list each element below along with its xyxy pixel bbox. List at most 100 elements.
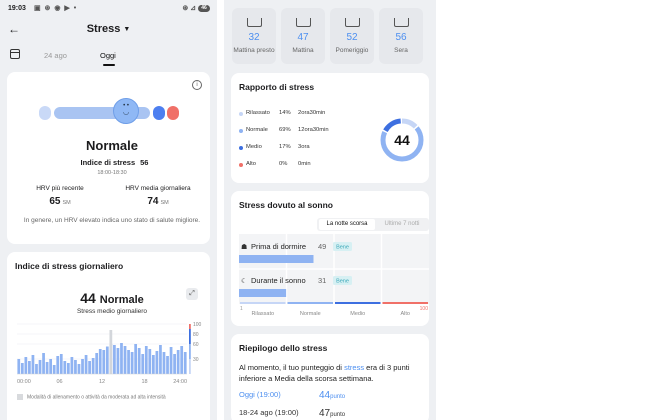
ratio-duration: 2ora30min [298, 110, 326, 116]
daily-index-card: Indice di stress giornaliero ⤢ 44 Normale… [7, 252, 210, 420]
sleep-badge-text: Bene [336, 245, 349, 251]
x-tick-label: 00:00 [17, 379, 31, 385]
chart-bar [20, 363, 24, 374]
calendar-icon[interactable] [10, 49, 20, 59]
summary-today-label: Oggi (19:00) [239, 390, 281, 399]
ratio-duration: 12ora30min [298, 127, 329, 133]
period-tile-afternoon[interactable]: 52 Pomeriggio [330, 8, 374, 64]
chart-bar [98, 349, 102, 374]
scale-segment [189, 329, 191, 344]
period-tile-morning[interactable]: 47 Mattina [281, 8, 325, 64]
chart-bar [130, 352, 134, 374]
smiley-face-icon [113, 98, 139, 124]
status-right: ⊛ ⊿ 46 [182, 4, 210, 12]
period-value: 47 [297, 32, 309, 43]
chart-bar [95, 353, 99, 374]
hrv-recent-value: 65 SM [15, 196, 105, 207]
ratio-duration: 3ora [298, 144, 310, 150]
sun-arc-icon [345, 18, 360, 27]
ratio-name: Normale [246, 127, 268, 133]
info-icon[interactable]: i [192, 80, 202, 90]
sleep-row-value: 31 [318, 276, 326, 285]
period-label: Pomeriggio [335, 47, 369, 54]
tab-indicator [103, 64, 115, 66]
chart-bar [84, 355, 88, 374]
period-label: Sera [394, 47, 408, 54]
period-tile-evening[interactable]: 56 Sera [379, 8, 423, 64]
summary-today: Oggi (19:00) 44punto [239, 390, 345, 401]
ratio-dot [239, 146, 243, 150]
x-tick-label: 12 [99, 379, 105, 385]
summary-today-points: 44punto [319, 390, 345, 401]
chart-bar [59, 354, 63, 374]
sleep-stress-chart: ☗ Prima di dormire 49 Bene ☾ Durante il sonno… [239, 234, 429, 316]
tab-last-7-nights[interactable]: Ultime 7 notti [375, 219, 429, 230]
ratio-percent: 69% [279, 127, 291, 133]
stress-index-value: 56 [140, 158, 149, 167]
donut-value: 44 [394, 132, 410, 148]
summary-week-value: 47 [319, 408, 331, 419]
points-unit: punto [330, 394, 346, 400]
stress-donut: 44 [380, 118, 424, 162]
legend-swatch [17, 394, 23, 400]
scale-segment [189, 344, 191, 359]
y-tick-label: 30 [193, 357, 199, 363]
daily-stress-chart[interactable]: 100 80 60 30 00:00 06 12 18 24:00 [15, 320, 207, 390]
summary-title: Riepilogo dello stress [239, 343, 328, 353]
stress-index: Indice di stress 56 [7, 158, 217, 167]
chart-bar [74, 360, 77, 374]
chart-bar [137, 348, 141, 374]
chart-bar [28, 361, 31, 374]
period-value: 32 [248, 32, 260, 43]
title-text: Stress [86, 23, 121, 35]
tab-prev-day[interactable]: 24 ago [44, 51, 67, 60]
chart-bar [176, 350, 180, 374]
status-time: 19:03 [8, 5, 26, 12]
ratio-dot [239, 163, 243, 167]
daily-index-title: Indice di stress giornaliero [15, 261, 124, 271]
ratio-duration: 0min [298, 161, 311, 167]
summary-today-value: 44 [319, 390, 331, 401]
summary-text-a: Al momento, il tuo punteggio di [239, 363, 345, 372]
chart-bar [155, 351, 159, 374]
chart-bar [31, 355, 35, 374]
ratio-percent: 14% [279, 110, 291, 116]
chart-bar [77, 364, 81, 374]
y-tick-label: 80 [193, 332, 199, 338]
sleep-tabs: La notte scorsa Ultime 7 notti [317, 218, 429, 231]
chart-bar [35, 364, 38, 374]
tab-today[interactable]: Oggi [100, 51, 116, 60]
notification-icons: ▣ ⊛ ◉ ▶ • [34, 5, 78, 12]
hrv-unit: SM [62, 200, 71, 206]
tab-last-night[interactable]: La notte scorsa [319, 219, 375, 230]
sleep-badge-text: Bene [336, 279, 349, 285]
chart-bar [56, 356, 60, 374]
legend-text: Modalità di allenamento o attività da mo… [27, 394, 166, 401]
chart-bar [148, 349, 152, 374]
chart-bar [159, 345, 162, 374]
sleep-stress-card: Stress dovuto al sonno La notte scorsa U… [231, 191, 429, 326]
chart-bar [151, 355, 155, 374]
daily-average-label: Stress medio giornaliero [76, 308, 148, 315]
sleep-row-value: 49 [318, 242, 326, 251]
chart-bar [105, 346, 109, 374]
chart-bar [134, 344, 138, 374]
bed-icon: ☗ [241, 243, 247, 251]
ratio-dot [239, 112, 243, 116]
zone-color-line [240, 302, 286, 304]
wifi-icon: ⊛ ⊿ [182, 5, 197, 12]
zone-label: Rilassato [251, 311, 274, 316]
chart-bar [49, 359, 53, 374]
chart-bar [116, 348, 120, 374]
ratio-percent: 0% [279, 161, 288, 167]
page-title[interactable]: Stress ▼ [0, 23, 217, 35]
chart-bar [102, 350, 106, 374]
period-tile-early-morning[interactable]: 32 Mattina presto [232, 8, 276, 64]
chart-bar [66, 363, 70, 374]
hrv-recent-label: HRV più recente [36, 185, 84, 192]
summary-text-highlight[interactable]: stress [344, 363, 364, 372]
header: ← Stress ▼ [0, 18, 217, 42]
period-value: 56 [395, 32, 407, 43]
sunset-icon [394, 18, 409, 27]
stress-meter [39, 98, 187, 124]
